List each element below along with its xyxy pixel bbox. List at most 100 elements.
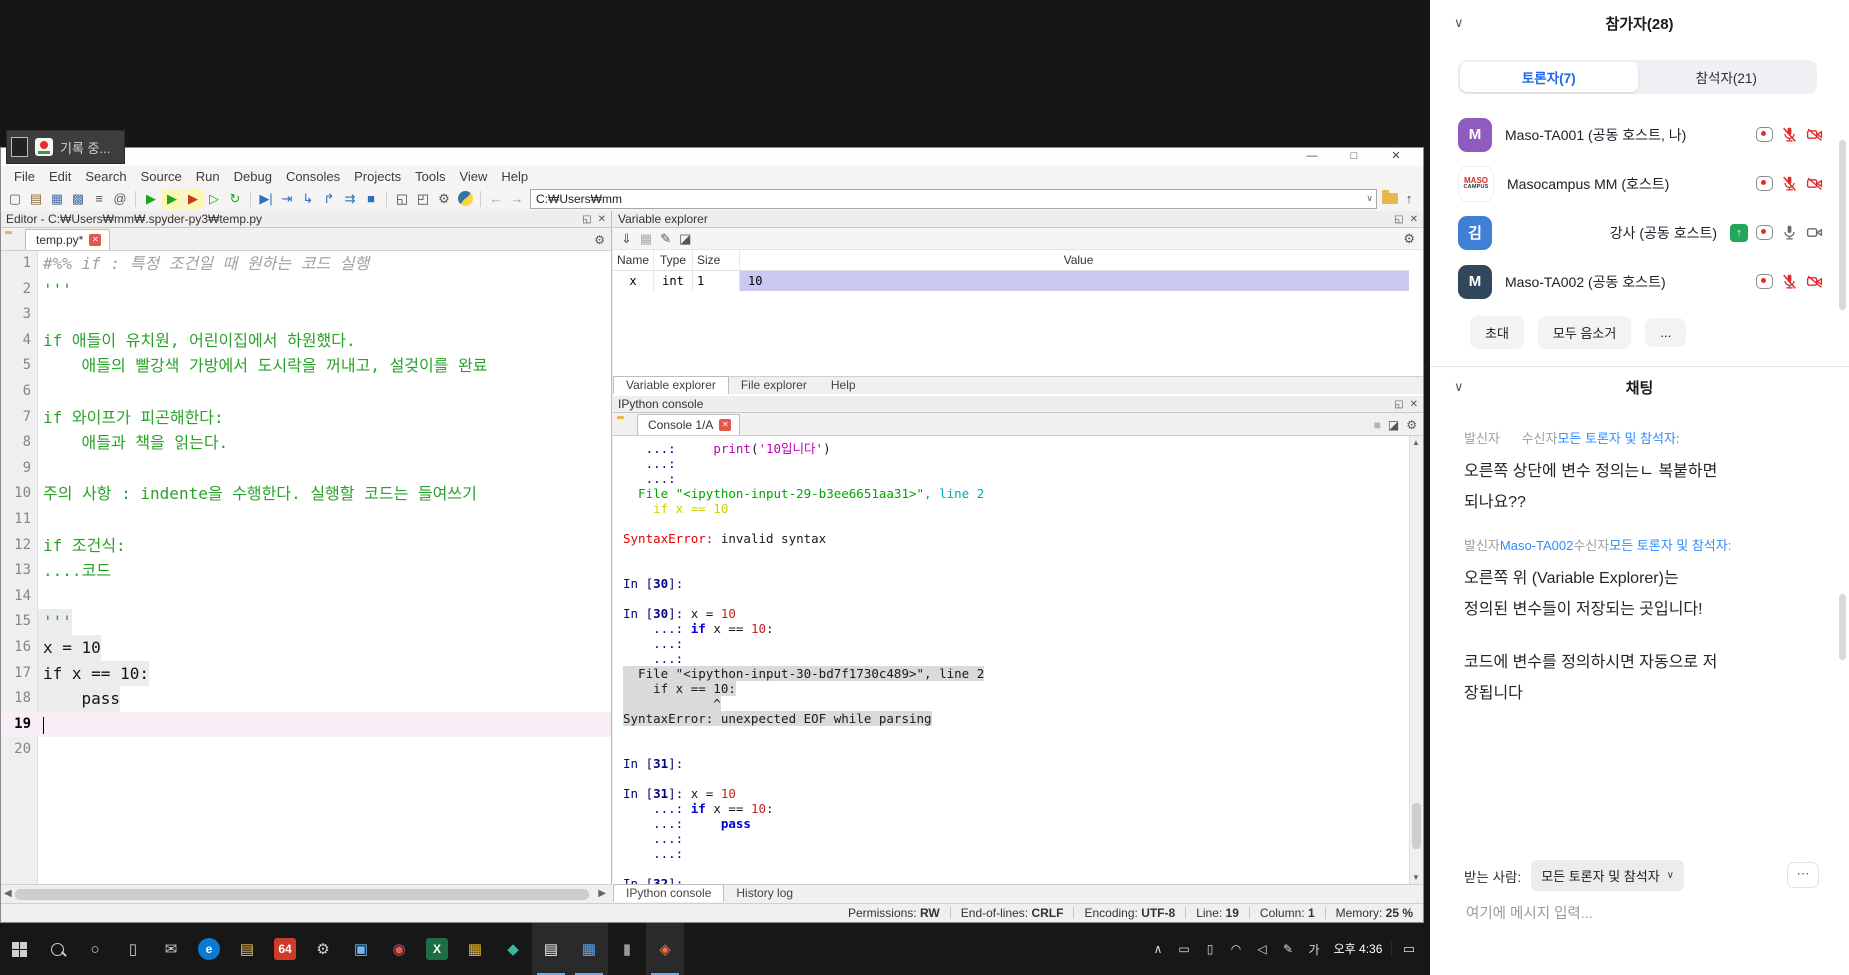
save-icon[interactable]: ▦ <box>47 189 67 209</box>
ime-korean[interactable]: 가 <box>1303 941 1325 958</box>
camera-off-icon[interactable] <box>1806 175 1823 192</box>
notification-center-icon[interactable]: ▭ <box>1391 941 1426 957</box>
menu-item-edit[interactable]: Edit <box>42 169 78 184</box>
debug-file-icon[interactable]: ▶| <box>256 189 276 209</box>
tray-chevron-up-icon[interactable]: ∧ <box>1147 942 1169 956</box>
open-file-icon[interactable]: ▤ <box>26 189 46 209</box>
chat-more-button[interactable]: ⋯ <box>1787 862 1819 888</box>
taskbar-cortana[interactable]: ○ <box>76 923 114 975</box>
run-cell-icon[interactable]: ▶ <box>162 188 182 209</box>
title-bar[interactable]: er (Python 3.7) — □ ✕ <box>1 148 1423 166</box>
fullscreen-icon[interactable]: ◰ <box>413 189 433 209</box>
table-row[interactable]: x int 1 10 <box>613 271 1409 291</box>
maximize-button[interactable]: □ <box>1333 148 1375 165</box>
close-pane-icon[interactable]: ✕ <box>1410 399 1418 410</box>
taskbar-search[interactable] <box>38 923 76 975</box>
console-options-icon[interactable]: ⚙ <box>1406 418 1417 432</box>
menu-item-file[interactable]: File <box>7 169 42 184</box>
participant-row-2[interactable]: MASO CAMPUS Masocampus MM (호스트) <box>1430 159 1835 208</box>
menu-item-view[interactable]: View <box>452 169 494 184</box>
mute-all-button[interactable]: 모두 음소거 <box>1537 316 1632 349</box>
symbol-finder-icon[interactable]: @ <box>110 189 130 209</box>
tray-pen-icon[interactable]: ✎ <box>1277 942 1299 956</box>
code-area[interactable]: 1 #%% if : 특정 조건일 때 원하는 코드 실행 2 ''' 3 4 if 애들이… <box>1 251 611 884</box>
save-all-icon[interactable]: ▩ <box>68 189 88 209</box>
participant-row-3[interactable]: 김 강사 (공동 호스트) ↑ <box>1430 208 1835 257</box>
rerun-cell-icon[interactable]: ↻ <box>225 189 245 209</box>
scroll-down-icon[interactable]: ▼ <box>1412 873 1420 882</box>
more-button[interactable]: ... <box>1645 318 1687 347</box>
collapse-chat-icon[interactable]: ∨ <box>1454 379 1464 395</box>
maximize-pane-icon[interactable]: ◱ <box>392 189 412 209</box>
editor-hscrollbar[interactable]: ◀ ▶ <box>1 884 611 904</box>
scroll-left-icon[interactable]: ◀ <box>4 888 12 899</box>
taskbar-paint3d[interactable]: ◆ <box>494 923 532 975</box>
taskbar-excel[interactable]: X <box>418 923 456 975</box>
undock-icon[interactable]: ◱ <box>582 214 591 225</box>
invite-button[interactable]: 초대 <box>1470 316 1524 349</box>
chat-scrollbar[interactable] <box>1839 594 1846 660</box>
back-icon[interactable]: ← <box>486 189 506 209</box>
working-directory-combobox[interactable]: C:₩Users₩mm ∨ <box>530 188 1377 209</box>
editor-tab[interactable]: temp.py* ✕ <box>25 229 111 250</box>
scroll-right-icon[interactable]: ▶ <box>598 888 606 899</box>
stop-console-icon[interactable]: ■ <box>1374 418 1381 432</box>
menu-item-projects[interactable]: Projects <box>347 169 408 184</box>
save-data-as-icon[interactable]: ✎ <box>660 231 671 247</box>
taskbar-mail[interactable]: ✉ <box>152 923 190 975</box>
tab-토론자7[interactable]: 토론자(7) <box>1460 62 1638 92</box>
mic-icon[interactable] <box>1781 224 1798 241</box>
console-scrollbar[interactable]: ▲ ▼ <box>1409 436 1423 884</box>
taskbar-settings[interactable]: ⚙ <box>304 923 342 975</box>
menu-item-debug[interactable]: Debug <box>227 169 279 184</box>
subtab-ipython-console[interactable]: IPython console <box>613 884 725 902</box>
taskbar-maps[interactable]: ◉ <box>380 923 418 975</box>
mic-muted-icon[interactable] <box>1781 273 1798 290</box>
browse-directory-icon[interactable] <box>1382 190 1398 204</box>
close-button[interactable]: ✕ <box>1375 148 1417 165</box>
parent-directory-icon[interactable]: ↑ <box>1399 189 1419 209</box>
menu-item-search[interactable]: Search <box>78 169 133 184</box>
tray-battery-icon[interactable]: ▯ <box>1199 942 1221 956</box>
column-header-value[interactable]: Value <box>740 250 1409 270</box>
tray-volume-icon[interactable]: ◁ <box>1251 942 1273 956</box>
taskbar-task-view[interactable]: ▯ <box>114 923 152 975</box>
run-selection-icon[interactable]: ▷ <box>204 189 224 209</box>
debug-stop-icon[interactable]: ■ <box>361 189 381 209</box>
mic-muted-icon[interactable] <box>1781 175 1798 192</box>
subtab-help[interactable]: Help <box>819 377 868 394</box>
variable-table[interactable]: Name Type Size Value x int 1 10 <box>613 250 1409 291</box>
subtab-file-explorer[interactable]: File explorer <box>729 377 819 394</box>
ipython-console[interactable]: ...: print('10입니다') ...: ...: File "<ipy… <box>613 436 1423 884</box>
taskbar-app-64[interactable]: 64 <box>266 923 304 975</box>
file-switcher-icon[interactable]: ≡ <box>89 189 109 209</box>
new-file-icon[interactable]: ▢ <box>5 189 25 209</box>
import-data-icon[interactable]: ⇓ <box>621 231 632 247</box>
taskbar-edge[interactable]: e <box>190 923 228 975</box>
variable-explorer-options-icon[interactable]: ⚙ <box>1403 231 1423 247</box>
chat-input[interactable] <box>1464 905 1815 923</box>
subtab-history-log[interactable]: History log <box>724 885 805 902</box>
recipient-dropdown[interactable]: 모든 토론자 및 참석자 ∨ <box>1531 860 1684 891</box>
taskbar-clock[interactable]: 오후 4:36 <box>1329 942 1387 956</box>
tab-참석자21[interactable]: 참석자(21) <box>1638 62 1816 92</box>
debug-continue-icon[interactable]: ⇉ <box>340 189 360 209</box>
debug-step-icon[interactable]: ⇥ <box>277 189 297 209</box>
menu-item-help[interactable]: Help <box>494 169 535 184</box>
minimize-button[interactable]: — <box>1291 148 1333 165</box>
column-header-size[interactable]: Size <box>693 250 740 270</box>
scrollbar-thumb[interactable] <box>1412 803 1421 849</box>
taskbar-file-explorer[interactable]: ▤ <box>228 923 266 975</box>
reset-namespace-icon[interactable]: ◪ <box>679 231 691 247</box>
undock-icon[interactable]: ◱ <box>1394 214 1403 225</box>
camera-icon[interactable] <box>1806 224 1823 241</box>
scrollbar-thumb[interactable] <box>15 889 589 900</box>
taskbar-cmd[interactable]: ▮ <box>608 923 646 975</box>
save-data-icon[interactable]: ▦ <box>640 231 652 247</box>
tab-close-icon[interactable]: ✕ <box>719 419 732 431</box>
close-pane-icon[interactable]: ✕ <box>598 214 606 225</box>
column-header-name[interactable]: Name <box>613 250 654 270</box>
taskbar-notepad[interactable]: ▤ <box>532 923 570 975</box>
tab-close-icon[interactable]: ✕ <box>89 234 102 246</box>
taskbar-zoom-app[interactable]: ◈ <box>646 923 684 975</box>
